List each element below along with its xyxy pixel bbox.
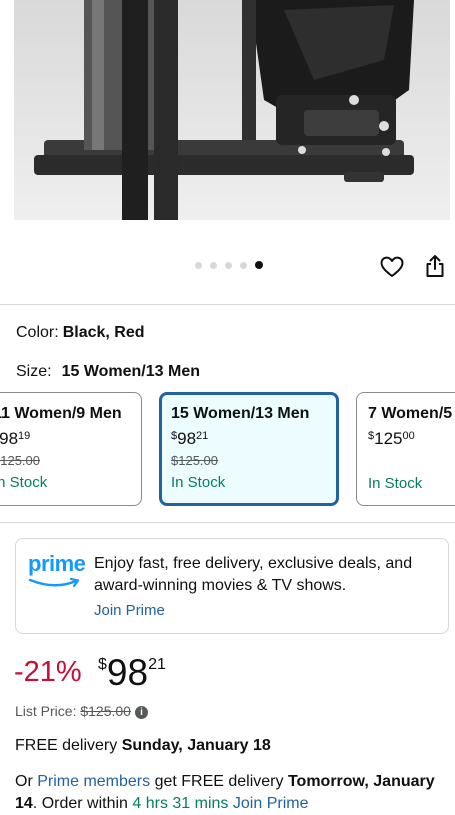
prime-members-link[interactable]: Prime members xyxy=(37,773,150,790)
order-countdown: 4 hrs 31 mins xyxy=(132,795,229,812)
color-row: Color: Black, Red xyxy=(16,324,145,342)
join-prime-link[interactable]: Join Prime xyxy=(94,602,165,619)
size-option-price: $9819 xyxy=(0,429,31,448)
carousel-dots[interactable] xyxy=(195,261,263,269)
size-option-price: $12500 xyxy=(368,429,415,448)
divider xyxy=(0,304,455,305)
prime-promo[interactable]: prime Enjoy fast, free delivery, exclusi… xyxy=(15,538,449,634)
divider xyxy=(0,522,455,523)
size-option-price: $9821 xyxy=(171,429,209,448)
size-option[interactable]: 7 Women/5 Men $12500 In Stock xyxy=(356,392,455,506)
prime-logo: prime xyxy=(28,553,86,593)
carousel-dot[interactable] xyxy=(225,261,232,269)
list-price: List Price: $125.00 i xyxy=(15,703,148,719)
info-icon[interactable]: i xyxy=(134,705,148,719)
size-option-stock: In Stock xyxy=(368,475,423,492)
color-value: Black, Red xyxy=(62,324,145,341)
size-option-stock: In Stock xyxy=(171,474,226,491)
size-option-list-price: $125.00 xyxy=(0,453,40,468)
size-option-list-price xyxy=(368,453,455,469)
prime-message: Enjoy fast, free delivery, exclusive dea… xyxy=(94,555,413,594)
size-option[interactable]: 11 Women/9 Men $9819 $125.00 In Stock xyxy=(0,392,142,506)
price: $9821 xyxy=(98,652,166,693)
delivery-prime: Or Prime members get FREE delivery Tomor… xyxy=(15,773,435,812)
carousel-dot[interactable] xyxy=(210,261,217,269)
size-value: 15 Women/13 Men xyxy=(61,363,200,380)
carousel-dot[interactable] xyxy=(195,261,202,269)
discount-percent: -21% xyxy=(14,656,82,688)
size-option-selected[interactable]: 15 Women/13 Men $9821 $125.00 In Stock xyxy=(159,392,339,506)
size-option-stock: In Stock xyxy=(0,474,48,491)
list-price-value: $125.00 xyxy=(80,703,131,719)
prime-smile-icon xyxy=(28,577,80,588)
share-icon xyxy=(426,255,444,277)
color-label: Color: xyxy=(16,324,59,341)
size-option-list-price: $125.00 xyxy=(171,453,218,468)
size-option-name: 15 Women/13 Men xyxy=(171,405,310,422)
heart-icon xyxy=(380,256,404,277)
join-prime-inline-link[interactable]: Join Prime xyxy=(233,795,309,812)
size-option-name: 7 Women/5 Men xyxy=(368,405,455,422)
share-button[interactable] xyxy=(422,253,448,279)
size-options[interactable]: 11 Women/9 Men $9819 $125.00 In Stock 15… xyxy=(0,392,455,508)
carousel-dot[interactable] xyxy=(240,261,247,269)
size-option-name: 11 Women/9 Men xyxy=(0,405,122,422)
delivery-standard: FREE delivery Sunday, January 18 xyxy=(15,737,271,754)
size-label: Size: xyxy=(16,363,52,380)
size-row: Size: 15 Women/13 Men xyxy=(16,363,200,381)
product-image[interactable] xyxy=(14,0,450,220)
wishlist-button[interactable] xyxy=(379,254,405,280)
carousel-dot-active[interactable] xyxy=(255,261,263,269)
